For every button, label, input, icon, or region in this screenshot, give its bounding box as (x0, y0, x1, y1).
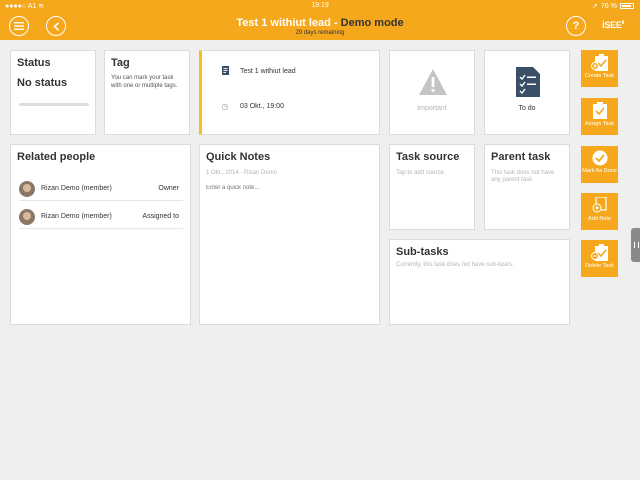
subtasks-card[interactable]: Sub-tasks Currently, this task does not … (389, 239, 570, 325)
battery-icon (620, 3, 634, 9)
task-info-card[interactable]: Test 1 withiut lead ◷ 03 Okt., 19:00 (199, 50, 380, 135)
todo-toggle[interactable]: To do (484, 50, 570, 135)
page-title: Test 1 withiut lead - Demo mode 29 days … (0, 17, 640, 37)
check-circle-icon (592, 150, 607, 166)
mark-as-done-button[interactable]: Mark As Done (581, 146, 618, 183)
quick-notes-card: Quick Notes 1 Okt., 2014 - Rizan Demo (199, 144, 380, 325)
todo-label: To do (518, 105, 536, 112)
important-toggle[interactable]: Important (389, 50, 475, 135)
task-name-row: Test 1 withiut lead (220, 66, 296, 77)
status-title: Status (17, 57, 51, 69)
battery-indicator: ➚ 76 % (592, 2, 634, 10)
app-header: Test 1 withiut lead - Demo mode 29 days … (0, 12, 640, 40)
tag-card[interactable]: Tag You can mark your task with one or m… (104, 50, 190, 135)
trial-remaining: 29 days remaining (295, 30, 345, 36)
tag-description: You can mark your task with one or multi… (111, 75, 178, 89)
task-due-date: 03 Okt., 19:00 (240, 103, 284, 110)
avatar (19, 180, 35, 197)
checklist-icon (516, 67, 540, 97)
task-date-row[interactable]: ◷ 03 Okt., 19:00 (220, 102, 284, 111)
clipboard-assign-icon (592, 102, 607, 119)
warning-icon (419, 69, 447, 95)
quick-note-input[interactable] (206, 185, 373, 191)
avatar (19, 208, 35, 225)
person-name: Rizan Demo (member) (41, 213, 112, 220)
person-row[interactable]: Rizan Demo (member) Owner (19, 177, 183, 201)
task-source-hint: Tap to add source. (396, 170, 446, 176)
side-panel-handle[interactable] (631, 228, 640, 262)
note-add-icon (592, 197, 607, 213)
assign-task-button[interactable]: Assign Task (581, 98, 618, 135)
clipboard-delete-icon (590, 244, 608, 261)
arrow-icon: ➚ (592, 3, 599, 10)
add-note-button[interactable]: Add Note (581, 193, 618, 230)
subtasks-hint: Currently, this task does not have sub-t… (396, 262, 514, 268)
person-row[interactable]: Rizan Demo (member) Assigned to (19, 205, 183, 229)
help-button[interactable]: ? (566, 16, 586, 36)
create-task-button[interactable]: Create Task (581, 50, 618, 87)
related-people-card: Related people Rizan Demo (member) Owner… (10, 144, 191, 325)
related-people-title: Related people (17, 151, 96, 163)
demo-mode-label: Demo mode (340, 17, 404, 29)
task-title: Test 1 withiut lead (236, 17, 331, 29)
person-name: Rizan Demo (member) (41, 185, 112, 192)
parent-task-hint: This task does not have any parent task. (491, 170, 555, 183)
clock: 19:19 (311, 2, 329, 9)
note-meta: 1 Okt., 2014 - Rizan Demo (206, 170, 278, 176)
clipboard-add-icon (590, 54, 608, 71)
status-value: No status (17, 77, 68, 89)
status-card[interactable]: Status No status (10, 50, 96, 135)
subtasks-title: Sub-tasks (396, 246, 449, 258)
document-icon (220, 66, 230, 77)
task-source-title: Task source (396, 151, 460, 163)
status-progress-bar (19, 103, 89, 106)
delete-task-button[interactable]: Delete Task (581, 240, 618, 277)
task-name: Test 1 withiut lead (240, 68, 296, 75)
task-source-card[interactable]: Task source Tap to add source. (389, 144, 475, 230)
tag-title: Tag (111, 57, 130, 69)
person-role: Owner (158, 185, 179, 192)
status-bar: ●●●●○ A1 ≋ 19:19 ➚ 76 % (0, 0, 640, 12)
app-logo: iSEEit (602, 20, 625, 31)
clock-icon: ◷ (221, 102, 229, 111)
quick-notes-title: Quick Notes (206, 151, 271, 163)
parent-task-card[interactable]: Parent task This task does not have any … (484, 144, 570, 230)
parent-task-title: Parent task (491, 151, 551, 163)
question-icon: ? (572, 20, 580, 32)
important-label: Important (417, 105, 447, 112)
person-role: Assigned to (142, 213, 179, 220)
